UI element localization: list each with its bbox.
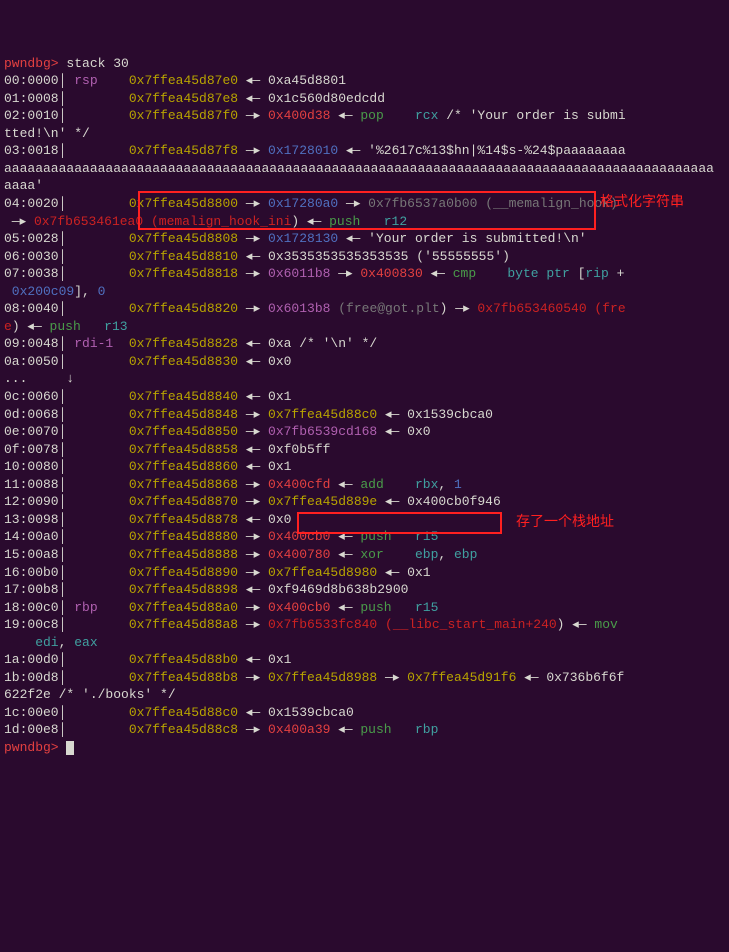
stack-address: 0x7ffea45d87f8 (129, 143, 246, 158)
stack-row: 0c:0060│ 0x7ffea45d8840 ◂— 0x1 (4, 388, 729, 406)
stack-address: 0x7ffea45d87e0 (129, 73, 246, 88)
stack-address: 0x7ffea45d8878 (129, 512, 246, 527)
register-label (66, 459, 128, 474)
stack-address: 0x7ffea45d88c0 (129, 705, 246, 720)
stack-row: 02:0010│ 0x7ffea45d87f0 —▸ 0x400d38 ◂— p… (4, 107, 729, 125)
stack-row: 08:0040│ 0x7ffea45d8820 —▸ 0x6013b8 (fre… (4, 300, 729, 318)
stack-address: 0x7ffea45d8800 (129, 196, 246, 211)
register-label (66, 565, 128, 580)
register-label (66, 143, 128, 158)
cursor (66, 741, 74, 755)
stack-row: 14:00a0│ 0x7ffea45d8880 —▸ 0x400cb0 ◂— p… (4, 528, 729, 546)
register-label (66, 231, 128, 246)
stack-row: 18:00c0│ rbp 0x7ffea45d88a0 —▸ 0x400cb0 … (4, 599, 729, 617)
prompt-line[interactable]: pwndbg> (4, 739, 729, 757)
terminal-output: pwndbg> stack 3000:0000│ rsp 0x7ffea45d8… (0, 53, 729, 759)
stack-address: 0x7ffea45d8830 (129, 354, 246, 369)
stack-row: 00:0000│ rsp 0x7ffea45d87e0 ◂— 0xa45d880… (4, 72, 729, 90)
register-label (66, 477, 128, 492)
register-label (66, 407, 128, 422)
register-label (66, 705, 128, 720)
stack-row: 1b:00d8│ 0x7ffea45d88b8 —▸ 0x7ffea45d898… (4, 669, 729, 687)
register-label (66, 424, 128, 439)
stack-row: 12:0090│ 0x7ffea45d8870 —▸ 0x7ffea45d889… (4, 493, 729, 511)
stack-row: 06:0030│ 0x7ffea45d8810 ◂— 0x35353535353… (4, 248, 729, 266)
stack-row: 07:0038│ 0x7ffea45d8818 —▸ 0x6011b8 —▸ 0… (4, 265, 729, 283)
wrapped-line: 622f2e /* './books' */ (4, 686, 729, 704)
register-label (66, 301, 128, 316)
register-label (66, 617, 128, 632)
stack-address: 0x7ffea45d8860 (129, 459, 246, 474)
register-label (66, 670, 128, 685)
stack-row: 05:0028│ 0x7ffea45d8808 —▸ 0x1728130 ◂— … (4, 230, 729, 248)
stack-address: 0x7ffea45d8888 (129, 547, 246, 562)
register-label (66, 389, 128, 404)
stack-address: 0x7ffea45d87f0 (129, 108, 246, 123)
stack-address: 0x7ffea45d8848 (129, 407, 246, 422)
stack-row: 0a:0050│ 0x7ffea45d8830 ◂— 0x0 (4, 353, 729, 371)
stack-row: 09:0048│ rdi-1 0x7ffea45d8828 ◂— 0xa /* … (4, 335, 729, 353)
wrapped-line: aaaaaaaaaaaaaaaaaaaaaaaaaaaaaaaaaaaaaaaa… (4, 160, 729, 195)
register-label (66, 652, 128, 667)
stack-row: 10:0080│ 0x7ffea45d8860 ◂— 0x1 (4, 458, 729, 476)
register-label (66, 249, 128, 264)
register-label (66, 722, 128, 737)
stack-row: 17:00b8│ 0x7ffea45d8898 ◂— 0xf9469d8b638… (4, 581, 729, 599)
register-label (66, 196, 128, 211)
register-label (66, 266, 128, 281)
stack-row: 04:0020│ 0x7ffea45d8800 —▸ 0x17280a0 —▸ … (4, 195, 729, 213)
register-label (66, 442, 128, 457)
stack-address: 0x7ffea45d8818 (129, 266, 246, 281)
stack-row: 15:00a8│ 0x7ffea45d8888 —▸ 0x400780 ◂— x… (4, 546, 729, 564)
wrapped-line: e) ◂— push r13 (4, 318, 729, 336)
stack-row: 1d:00e8│ 0x7ffea45d88c8 —▸ 0x400a39 ◂— p… (4, 721, 729, 739)
register-label (66, 91, 128, 106)
stack-address: 0x7ffea45d8810 (129, 249, 246, 264)
stack-row: 0d:0068│ 0x7ffea45d8848 —▸ 0x7ffea45d88c… (4, 406, 729, 424)
register-label (66, 494, 128, 509)
stack-address: 0x7ffea45d88b0 (129, 652, 246, 667)
stack-address: 0x7ffea45d8870 (129, 494, 246, 509)
stack-row: 03:0018│ 0x7ffea45d87f8 —▸ 0x1728010 ◂— … (4, 142, 729, 160)
register-label (66, 512, 128, 527)
stack-address: 0x7ffea45d87e8 (129, 91, 246, 106)
stack-address: 0x7ffea45d88c8 (129, 722, 246, 737)
wrapped-line: edi, eax (4, 634, 729, 652)
register-label: rbp (66, 600, 128, 615)
register-label (66, 108, 128, 123)
stack-address: 0x7ffea45d8828 (129, 336, 246, 351)
register-label (66, 547, 128, 562)
register-label: rsp (66, 73, 128, 88)
stack-address: 0x7ffea45d88a8 (129, 617, 246, 632)
stack-address: 0x7ffea45d8820 (129, 301, 246, 316)
stack-row: 1c:00e0│ 0x7ffea45d88c0 ◂— 0x1539cbca0 (4, 704, 729, 722)
stack-row: 0f:0078│ 0x7ffea45d8858 ◂— 0xf0b5ff (4, 441, 729, 459)
stack-row: 11:0088│ 0x7ffea45d8868 —▸ 0x400cfd ◂— a… (4, 476, 729, 494)
stack-address: 0x7ffea45d8808 (129, 231, 246, 246)
register-label (66, 529, 128, 544)
stack-row: ... ↓ (4, 370, 729, 388)
wrapped-line: tted!\n' */ (4, 125, 729, 143)
stack-address: 0x7ffea45d8868 (129, 477, 246, 492)
stack-address: 0x7ffea45d8840 (129, 389, 246, 404)
stack-address: 0x7ffea45d88a0 (129, 600, 246, 615)
register-label (66, 582, 128, 597)
wrapped-line: 0x200c09], 0 (4, 283, 729, 301)
stack-address: 0x7ffea45d88b8 (129, 670, 246, 685)
register-label (66, 354, 128, 369)
stack-address: 0x7ffea45d8898 (129, 582, 246, 597)
stack-row: 01:0008│ 0x7ffea45d87e8 ◂— 0x1c560d80edc… (4, 90, 729, 108)
prompt-line[interactable]: pwndbg> stack 30 (4, 55, 729, 73)
register-label: rdi-1 (66, 336, 128, 351)
stack-address: 0x7ffea45d8890 (129, 565, 246, 580)
stack-row: 0e:0070│ 0x7ffea45d8850 —▸ 0x7fb6539cd16… (4, 423, 729, 441)
stack-row: 1a:00d0│ 0x7ffea45d88b0 ◂— 0x1 (4, 651, 729, 669)
stack-row: 16:00b0│ 0x7ffea45d8890 —▸ 0x7ffea45d898… (4, 564, 729, 582)
stack-address: 0x7ffea45d8850 (129, 424, 246, 439)
stack-address: 0x7ffea45d8880 (129, 529, 246, 544)
stack-row: 19:00c8│ 0x7ffea45d88a8 —▸ 0x7fb6533fc84… (4, 616, 729, 634)
stack-address: 0x7ffea45d8858 (129, 442, 246, 457)
stack-row: 13:0098│ 0x7ffea45d8878 ◂— 0x0 (4, 511, 729, 529)
wrapped-line: —▸ 0x7fb653461ea0 (memalign_hook_ini) ◂—… (4, 213, 729, 231)
